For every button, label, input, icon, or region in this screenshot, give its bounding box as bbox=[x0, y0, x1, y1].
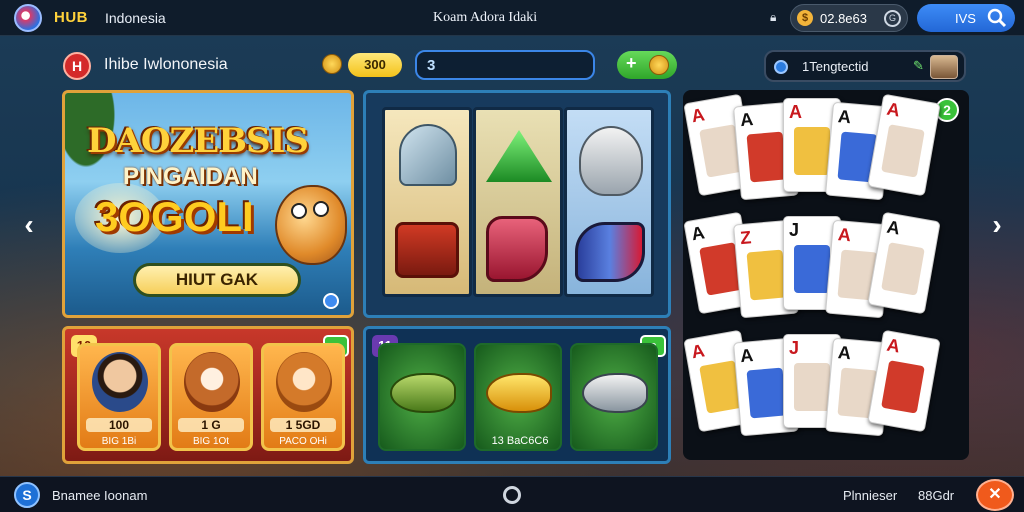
pipe-icon bbox=[399, 124, 457, 186]
card-rank: A bbox=[837, 342, 852, 364]
site-name: Ihibe Iwlononesia bbox=[104, 56, 228, 73]
coin-count[interactable]: 300 bbox=[348, 53, 402, 77]
promo-amount: 3OGOLI bbox=[95, 193, 254, 240]
card-rank: A bbox=[885, 216, 902, 239]
promo-subtitle: PINGAIDAN bbox=[123, 163, 258, 190]
reel-3 bbox=[564, 107, 654, 297]
card-rank: J bbox=[789, 338, 800, 358]
bird-icon bbox=[579, 126, 643, 196]
card-art-icon bbox=[794, 245, 830, 293]
card-rank: A bbox=[739, 345, 755, 367]
home-icon[interactable] bbox=[503, 486, 521, 504]
slot-amount: 1 5GD bbox=[270, 418, 336, 432]
gold-fish-icon bbox=[486, 373, 552, 413]
card-art-icon bbox=[881, 242, 925, 296]
card-art-icon bbox=[881, 124, 925, 178]
amount-input[interactable]: 3 bbox=[415, 50, 595, 80]
search-icon bbox=[987, 8, 1007, 28]
silver-fish-icon bbox=[582, 373, 648, 413]
bottom-right-value: 88Gdr bbox=[918, 488, 955, 503]
search-button[interactable]: IVS bbox=[917, 4, 1015, 32]
status-dot-icon bbox=[774, 60, 788, 74]
slot-item[interactable]: 100 BIG 1Bi bbox=[77, 343, 161, 451]
header-bar: H Ihibe Iwlononesia 300 3 + 1Tengtectid … bbox=[56, 46, 974, 84]
plus-icon: + bbox=[626, 53, 637, 73]
promo-title: DAOZEBSIS bbox=[87, 121, 309, 161]
coin-icon: $ bbox=[797, 10, 813, 26]
otter-icon bbox=[184, 352, 240, 412]
brand-name: HUB bbox=[54, 9, 88, 26]
gem-icon bbox=[323, 293, 339, 309]
character-slots-game[interactable]: 10 2 100 BIG 1Bi 1 G BIG 1Ot 1 5GD PACO … bbox=[62, 326, 354, 464]
card-rank: A bbox=[689, 340, 707, 363]
fish-label: 13 BaC6C6 bbox=[491, 435, 549, 447]
card-rank: A bbox=[789, 102, 802, 122]
card-art-icon bbox=[794, 127, 830, 175]
slot-item[interactable]: 1 G BIG 1Ot bbox=[169, 343, 253, 451]
card-rank: A bbox=[837, 106, 852, 128]
chest-icon bbox=[395, 222, 459, 278]
edit-icon[interactable]: ✎ bbox=[913, 58, 924, 74]
reel-2 bbox=[473, 107, 563, 297]
menu-button[interactable]: ✕ bbox=[976, 479, 1014, 511]
bottom-right-label: Plnnieser bbox=[843, 488, 898, 503]
search-label: IVS bbox=[955, 11, 976, 26]
refresh-icon[interactable]: G bbox=[884, 10, 901, 27]
next-arrow-icon[interactable]: › bbox=[982, 205, 1012, 245]
otter-icon bbox=[276, 352, 332, 412]
card-rank: Z bbox=[739, 227, 753, 249]
fish-mascot-icon bbox=[275, 185, 347, 265]
balance-pill[interactable]: $ 02.8e63 G bbox=[790, 4, 908, 32]
card-rank: J bbox=[789, 220, 800, 240]
slot-amount: 1 G bbox=[178, 418, 244, 432]
card-art-icon bbox=[746, 131, 787, 183]
balance-value: 02.8e63 bbox=[820, 11, 867, 26]
avatar[interactable] bbox=[930, 55, 958, 79]
promo-banner[interactable]: DAOZEBSIS PINGAIDAN 3OGOLI HIUT GAK bbox=[62, 90, 354, 318]
card-rank: A bbox=[689, 104, 707, 127]
card-rank: A bbox=[689, 222, 707, 245]
fish-game[interactable]: 11 3 13 BaC6C6 bbox=[363, 326, 671, 464]
card-art-icon bbox=[794, 363, 830, 411]
chat-icon[interactable]: S bbox=[14, 482, 40, 508]
reel-1 bbox=[382, 107, 472, 297]
card-rank: A bbox=[885, 98, 902, 121]
card-art-icon bbox=[746, 249, 787, 301]
bottom-left-text: Bnamee Ioonam bbox=[52, 488, 148, 503]
card-art-icon bbox=[881, 360, 925, 414]
fish-slot[interactable]: 13 BaC6C6 bbox=[474, 343, 562, 451]
card-art-icon bbox=[746, 367, 787, 419]
card-game[interactable]: 2 AAAAAAZJAAAAJAA bbox=[683, 90, 969, 460]
fish-slot[interactable] bbox=[570, 343, 658, 451]
bottom-bar: S Bnamee Ioonam Plnnieser 88Gdr ✕ bbox=[0, 476, 1024, 512]
card-rank: A bbox=[837, 224, 852, 246]
page-title: Koam Adora Idaki bbox=[433, 10, 538, 25]
add-coins-button[interactable]: + bbox=[617, 51, 677, 79]
slot-label: BIG 1Ot bbox=[192, 436, 230, 447]
site-icon[interactable]: H bbox=[63, 52, 91, 80]
lock-icon[interactable]: 🔒︎ bbox=[770, 10, 776, 25]
coin-icon bbox=[322, 54, 342, 74]
red-lever-icon bbox=[486, 216, 548, 282]
slot-label: BIG 1Bi bbox=[101, 436, 137, 447]
fish-slot[interactable] bbox=[378, 343, 466, 451]
slot-amount: 100 bbox=[86, 418, 152, 432]
green-fish-icon bbox=[390, 373, 456, 413]
coin-icon bbox=[649, 55, 669, 75]
user-profile[interactable]: 1Tengtectid ✎ bbox=[764, 50, 966, 82]
username: 1Tengtectid bbox=[802, 59, 869, 74]
card-rank: A bbox=[885, 334, 902, 357]
app-logo-icon[interactable] bbox=[14, 4, 42, 32]
card-rank: A bbox=[739, 109, 755, 131]
slot-reels-game[interactable] bbox=[363, 90, 671, 318]
brand-subtitle: Indonesia bbox=[105, 10, 166, 26]
prev-arrow-icon[interactable]: ‹ bbox=[14, 205, 44, 245]
slot-item[interactable]: 1 5GD PACO OHi bbox=[261, 343, 345, 451]
magnet-icon bbox=[575, 222, 645, 282]
emerald-icon bbox=[486, 130, 552, 182]
man-portrait-icon bbox=[92, 352, 148, 412]
slot-label: PACO OHi bbox=[279, 436, 327, 447]
promo-button[interactable]: HIUT GAK bbox=[133, 263, 301, 297]
top-bar: HUB Indonesia Koam Adora Idaki 🔒︎ $ 02.8… bbox=[0, 0, 1024, 36]
